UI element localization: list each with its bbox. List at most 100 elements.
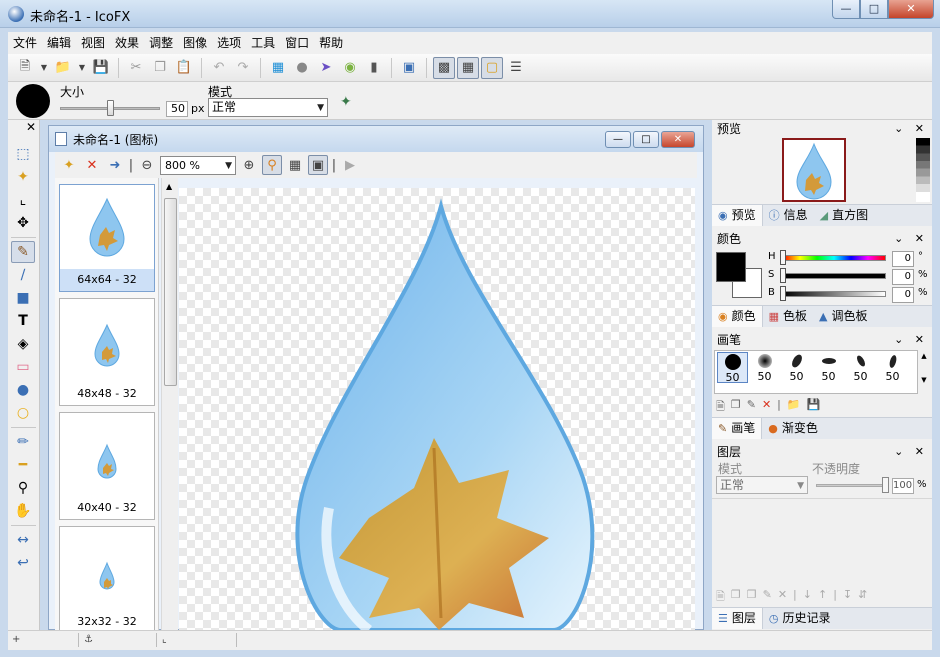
brightness-input[interactable]: 0: [892, 287, 914, 303]
brush-preview[interactable]: [16, 84, 50, 118]
menu-file[interactable]: 文件: [8, 32, 42, 54]
doc-maximize-button[interactable]: □: [633, 131, 659, 148]
tab-layers[interactable]: ☰ 图层: [712, 608, 763, 629]
flatten-icon[interactable]: ⇵: [858, 588, 867, 606]
open-brush-icon[interactable]: 📁: [787, 398, 801, 416]
menu-view[interactable]: 视图: [76, 32, 110, 54]
reset-arrow-icon[interactable]: ↩: [11, 552, 35, 574]
zoom-select[interactable]: 800 % ▼: [160, 155, 236, 175]
line-icon[interactable]: ∕: [11, 264, 35, 286]
mobile-icon[interactable]: ▮: [363, 57, 385, 79]
gray-ramp[interactable]: [916, 138, 930, 202]
open-dropdown-icon[interactable]: ▼: [76, 57, 88, 79]
brush-preset[interactable]: 50: [781, 352, 812, 383]
hue-slider[interactable]: [782, 255, 886, 261]
duplicate-layer-icon[interactable]: ❐: [731, 588, 741, 606]
opacity-slider-thumb[interactable]: [882, 477, 889, 493]
close-icon[interactable]: ✕: [26, 120, 36, 134]
ruler-icon[interactable]: ━: [11, 454, 35, 476]
edit-layer-icon[interactable]: ✎: [763, 588, 772, 606]
merge-down-icon[interactable]: ↧: [843, 588, 852, 606]
brush-scrollbar[interactable]: ▲ ▼: [918, 350, 930, 394]
export-icon[interactable]: ➜: [105, 155, 125, 175]
rectangle-icon[interactable]: ■: [11, 287, 35, 309]
eyedropper-icon[interactable]: ✏: [11, 431, 35, 453]
menu-options[interactable]: 选项: [212, 32, 246, 54]
copy-brush-icon[interactable]: ❐: [731, 398, 741, 416]
move-down-icon[interactable]: ↓: [803, 588, 812, 606]
thumbnail-scrollbar[interactable]: ▲: [161, 178, 178, 630]
hand-icon[interactable]: ✋: [11, 500, 35, 522]
copy-icon[interactable]: ❐: [149, 57, 171, 79]
brush-preset[interactable]: 50: [717, 352, 748, 384]
delete-layer-icon[interactable]: ✕: [778, 588, 787, 606]
scrollbar-thumb[interactable]: [164, 198, 177, 386]
magic-wand-icon[interactable]: ✦: [11, 166, 35, 188]
apple-icon[interactable]: ●: [291, 57, 313, 79]
saturation-slider[interactable]: [782, 273, 886, 279]
tab-histogram[interactable]: ◢ 直方图: [814, 205, 874, 226]
antialias-icon[interactable]: ✦: [340, 94, 352, 110]
swap-arrows-icon[interactable]: ↔: [11, 529, 35, 551]
move-icon[interactable]: ✥: [11, 212, 35, 234]
brush-preset[interactable]: 50: [749, 352, 780, 383]
zoom-in-icon[interactable]: ⊕: [239, 155, 259, 175]
zoom-out-icon[interactable]: ⊖: [137, 155, 157, 175]
size-input[interactable]: 50: [166, 101, 188, 117]
merge-layer-icon[interactable]: ❐: [747, 588, 757, 606]
eraser-icon[interactable]: ▭: [11, 356, 35, 378]
redo-icon[interactable]: ↷: [232, 57, 254, 79]
brush-preset[interactable]: 50: [813, 352, 844, 383]
tab-info[interactable]: ⓘ 信息: [763, 205, 814, 226]
new-brush-icon[interactable]: 🗎: [716, 398, 725, 416]
foreground-color-swatch[interactable]: [716, 252, 746, 282]
list-item[interactable]: 64x64 - 32: [59, 184, 155, 292]
actual-size-icon[interactable]: ⚲: [262, 155, 282, 175]
drop-icon[interactable]: ●: [11, 379, 35, 401]
open-folder-icon[interactable]: 📁: [52, 57, 74, 79]
doc-close-button[interactable]: ✕: [661, 131, 695, 148]
tab-gradient[interactable]: ● 渐变色: [762, 418, 824, 439]
brush-preset[interactable]: 50: [845, 352, 876, 383]
undo-icon[interactable]: ↶: [208, 57, 230, 79]
hue-input[interactable]: 0: [892, 251, 914, 267]
layers-stack-icon[interactable]: ☰: [505, 57, 527, 79]
maximize-button[interactable]: □: [860, 0, 888, 19]
tab-preview[interactable]: ◉ 预览: [712, 205, 763, 226]
minimize-button[interactable]: —: [832, 0, 860, 19]
cursor-icon[interactable]: ➤: [315, 57, 337, 79]
panel-toggle-icon[interactable]: ▣: [308, 155, 328, 175]
scroll-up-icon[interactable]: ▲: [166, 182, 172, 191]
panel-controls-icon[interactable]: ⌄ ✕: [894, 443, 928, 461]
list-item[interactable]: 40x40 - 32: [59, 412, 155, 520]
paint-bucket-icon[interactable]: ◈: [11, 333, 35, 355]
save-brush-icon[interactable]: 💾: [807, 398, 821, 416]
hatch-icon[interactable]: ▦: [457, 56, 479, 79]
app-icon[interactable]: [8, 6, 24, 22]
menu-image[interactable]: 图像: [178, 32, 212, 54]
menu-effects[interactable]: 效果: [110, 32, 144, 54]
list-item[interactable]: 48x48 - 32: [59, 298, 155, 406]
panel-controls-icon[interactable]: ⌄ ✕: [894, 230, 928, 248]
opacity-input[interactable]: 100: [892, 478, 914, 494]
mode-select[interactable]: 正常 ▼: [208, 98, 328, 117]
menu-help[interactable]: 帮助: [314, 32, 348, 54]
crop-icon[interactable]: ⌞: [11, 189, 35, 211]
saturation-slider-thumb[interactable]: [780, 268, 786, 283]
panel-controls-icon[interactable]: ⌄ ✕: [894, 120, 928, 138]
brush-preset[interactable]: 50: [877, 352, 908, 383]
tab-history[interactable]: ◷ 历史记录: [763, 608, 837, 629]
brightness-slider[interactable]: [782, 291, 886, 297]
test-icon[interactable]: ▶: [340, 155, 360, 175]
close-button[interactable]: ✕: [888, 0, 934, 19]
image-icon[interactable]: ▣: [398, 57, 420, 79]
tab-color[interactable]: ◉ 颜色: [712, 306, 763, 327]
menu-adjust[interactable]: 调整: [144, 32, 178, 54]
edit-brush-icon[interactable]: ✎: [747, 398, 756, 416]
grid-icon[interactable]: ▦: [285, 155, 305, 175]
opacity-slider-track[interactable]: [816, 484, 888, 487]
size-slider-thumb[interactable]: [107, 100, 114, 116]
dotted-frame-icon[interactable]: ▢: [481, 56, 503, 79]
new-image-icon[interactable]: ✦: [59, 155, 79, 175]
panel-controls-icon[interactable]: ⌄ ✕: [894, 331, 928, 349]
